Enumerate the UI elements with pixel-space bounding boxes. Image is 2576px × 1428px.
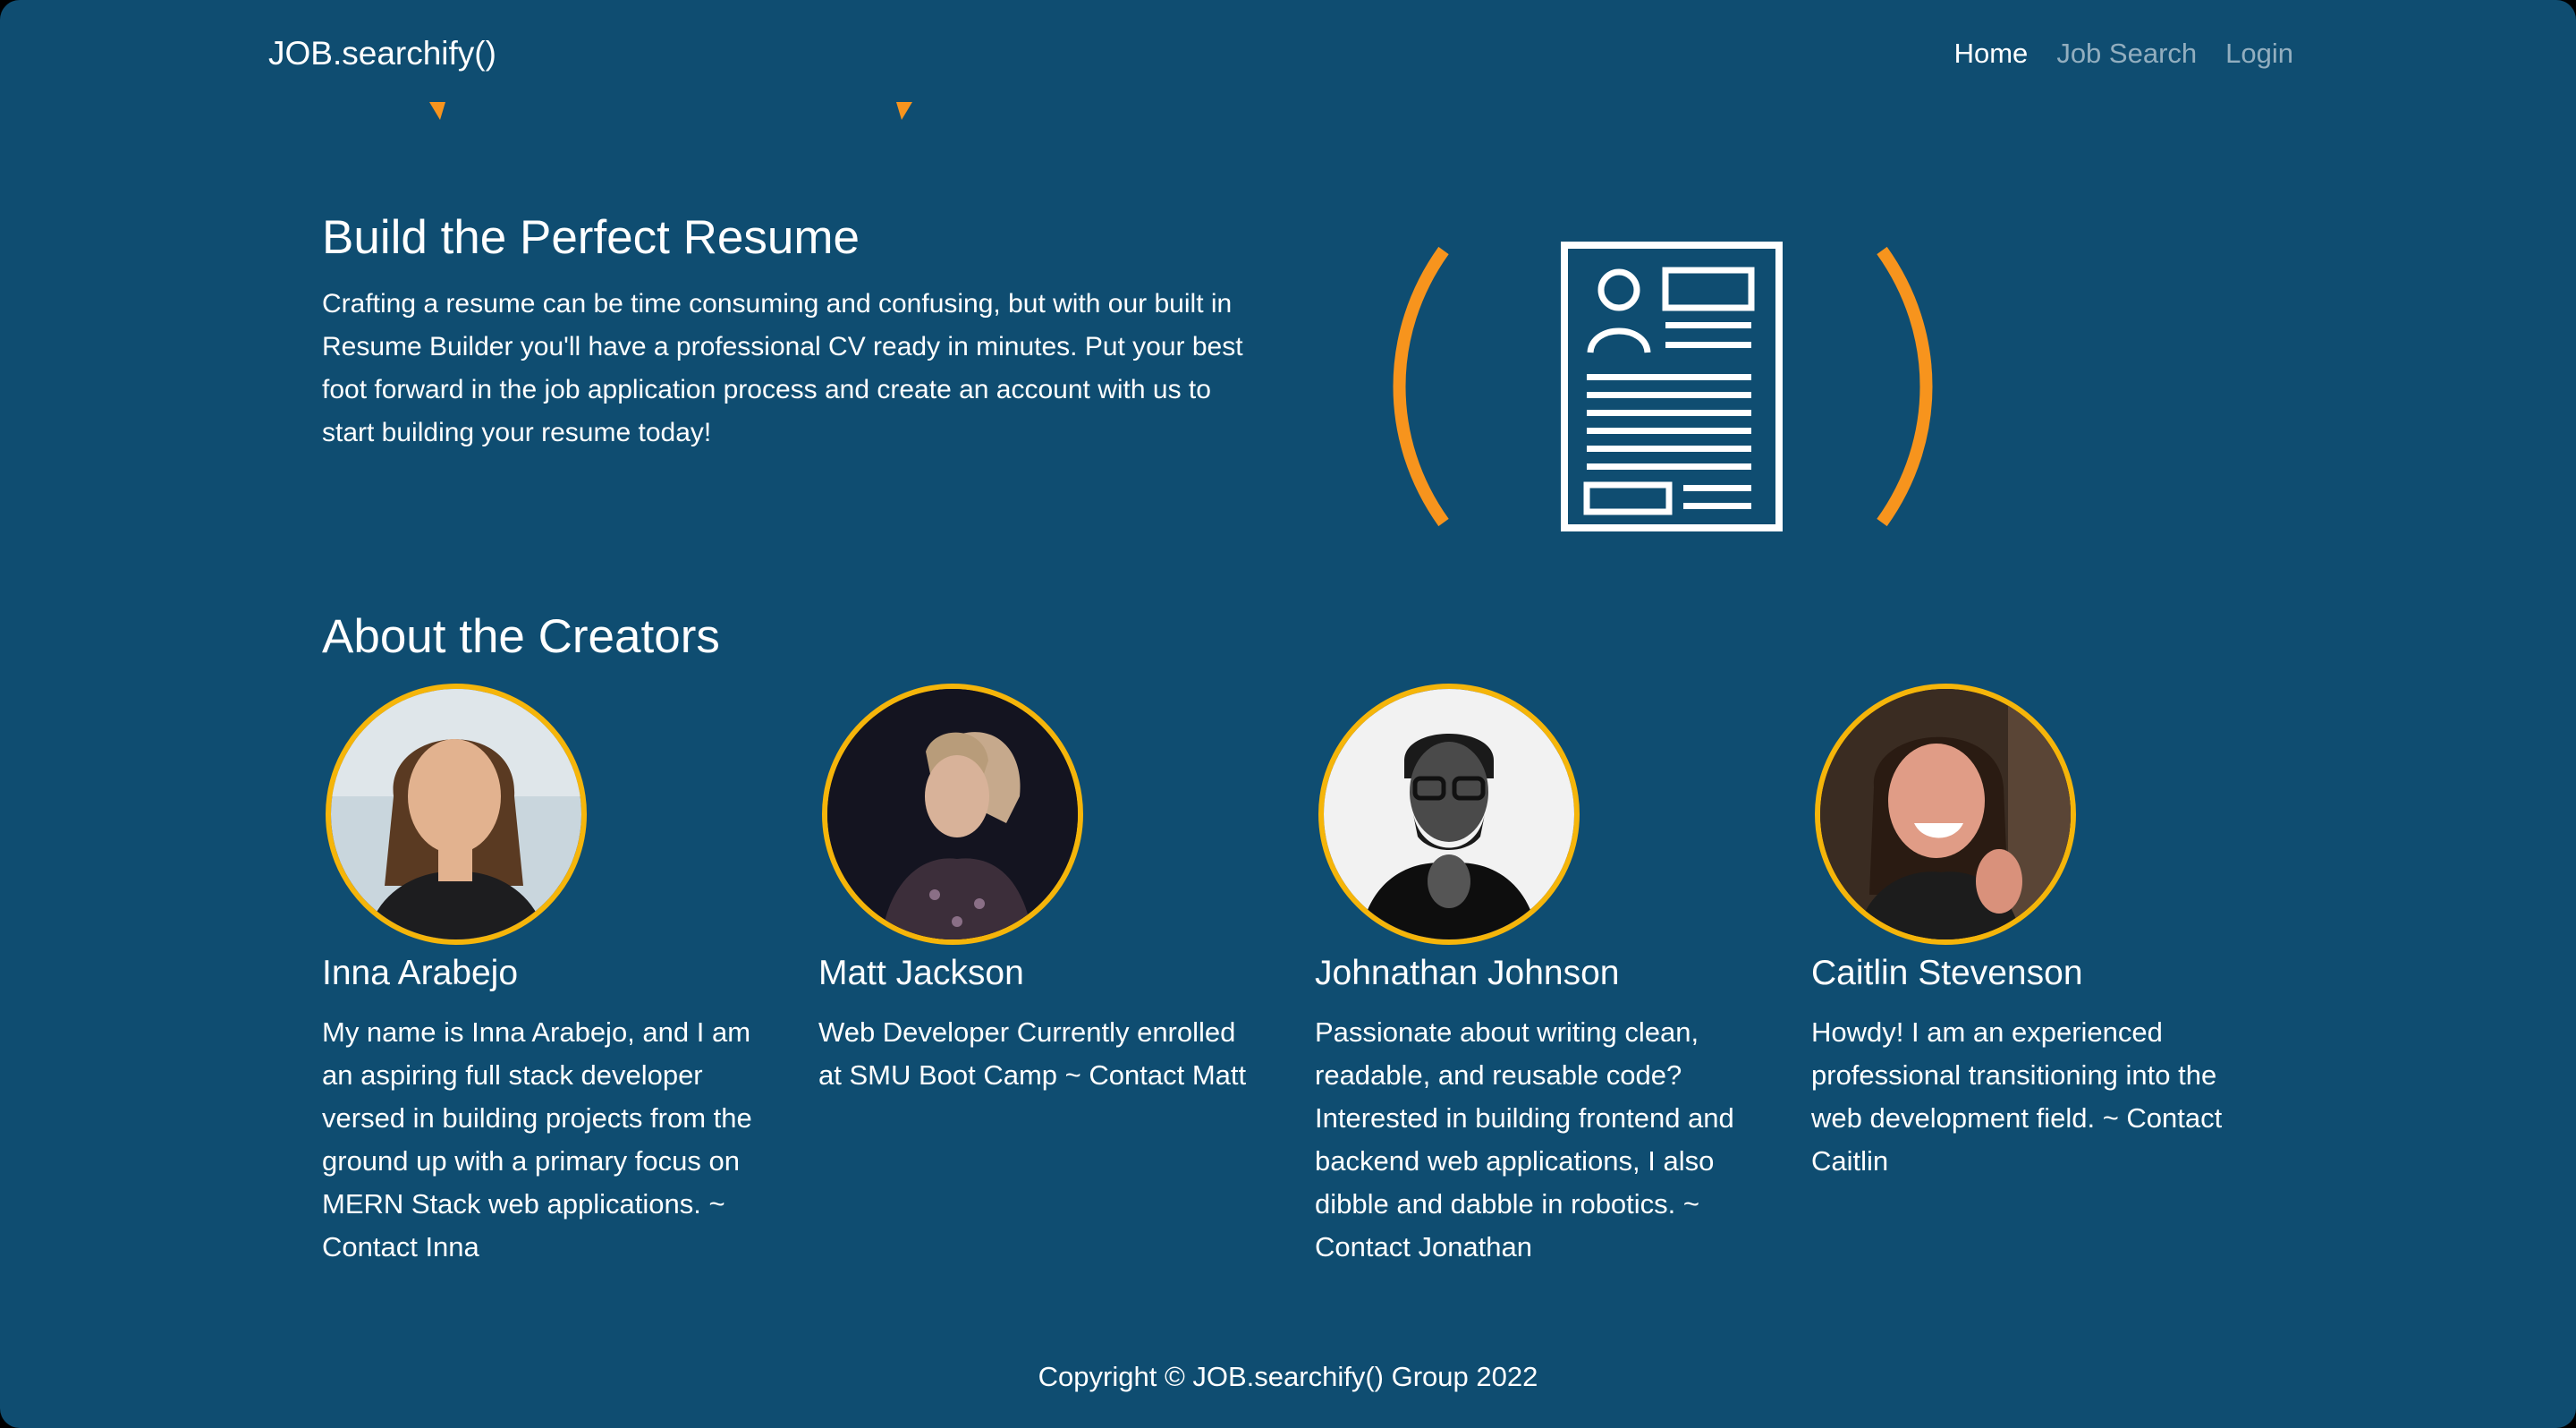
creator-bio: My name is Inna Arabejo, and I am an asp… [322, 1016, 752, 1262]
creators-title: About the Creators [322, 610, 720, 663]
nav-link-job-search[interactable]: Job Search [2056, 32, 2197, 75]
avatar [326, 684, 587, 945]
creator-bio: Passionate about writing clean, readable… [1315, 1016, 1734, 1262]
resume-document-icon [1393, 242, 1933, 531]
creator-card: Johnathan Johnson Passionate about writi… [1315, 684, 1762, 1262]
creator-name: Johnathan Johnson [1315, 954, 1620, 992]
creator-name: Matt Jackson [818, 954, 1024, 992]
creators-grid: Inna Arabejo My name is Inna Arabejo, an… [322, 684, 2290, 1274]
navbar: JOB.searchify() Home Job Search Login [0, 0, 2576, 107]
creator-name: Caitlin Stevenson [1811, 954, 2083, 992]
avatar [1318, 684, 1580, 945]
nav-links: Home Job Search Login [1954, 32, 2293, 75]
nav-link-home[interactable]: Home [1954, 32, 2029, 75]
creator-bio: Web Developer Currently enrolled at SMU … [818, 1016, 1247, 1091]
footer-copyright: Copyright © JOB.searchify() Group 2022 [1038, 1361, 1538, 1392]
app-window: JOB.searchify() Home Job Search Login Bu… [0, 0, 2576, 1428]
creator-card: Inna Arabejo My name is Inna Arabejo, an… [322, 684, 769, 1262]
nav-link-login[interactable]: Login [2225, 32, 2293, 75]
creator-card: Matt Jackson Web Developer Currently enr… [818, 684, 1266, 1091]
portrait-image [827, 689, 1078, 939]
resume-title: Build the Perfect Resume [322, 211, 860, 264]
portrait-image [1820, 689, 2071, 939]
avatar [822, 684, 1083, 945]
resume-description: Crafting a resume can be time consuming … [322, 289, 1243, 447]
avatar [1815, 684, 2076, 945]
decorative-chevron-icon [896, 102, 912, 120]
creator-bio: Howdy! I am an experienced professional … [1811, 1016, 2223, 1177]
resume-section: Build the Perfect Resume Crafting a resu… [322, 206, 1270, 455]
decorative-chevron-icon [429, 102, 445, 120]
creator-card: Caitlin Stevenson Howdy! I am an experie… [1811, 684, 2258, 1177]
portrait-image [1324, 689, 1574, 939]
brand-link[interactable]: JOB.searchify() [268, 32, 496, 75]
portrait-image [331, 689, 581, 939]
creator-name: Inna Arabejo [322, 954, 519, 992]
